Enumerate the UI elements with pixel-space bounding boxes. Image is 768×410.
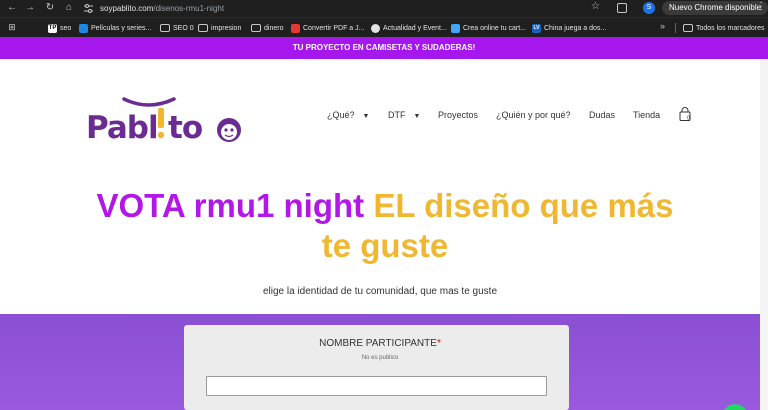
bookmark-label: Todos los marcadores [696, 24, 765, 32]
field-label-text: NOMBRE PARTICIPANTE [319, 338, 437, 349]
folder-icon [198, 24, 208, 32]
bookmark-label: impresion [211, 24, 242, 32]
bookmarks-bar: ⊞ TP seo Películas y series... SEO 0 impr… [0, 17, 768, 37]
menu-label: DTF [388, 110, 406, 120]
logo-exclamation [158, 108, 164, 128]
caret-down-icon: ▼ [362, 113, 370, 120]
hero-title-rest: EL diseño que más [373, 187, 674, 224]
bookmark-folder-impresion[interactable]: impresion [198, 21, 241, 35]
back-arrow-icon[interactable]: ← [6, 2, 18, 14]
bookmark-folder-seo0[interactable]: SEO 0 [160, 21, 194, 35]
required-asterisk: * [436, 338, 441, 349]
bookmark-label: Películas y series... [91, 24, 152, 32]
bookmarks-divider [675, 23, 676, 33]
bookmark-peliculas[interactable]: Películas y series... [79, 21, 151, 35]
menu-item-tienda[interactable]: Tienda [633, 110, 660, 120]
bookmark-actualidad[interactable]: Actualidad y Event... [371, 21, 447, 35]
menu-label: ¿Qué? [327, 110, 355, 120]
menu-item-dtf[interactable]: DTF ▼ [388, 110, 420, 120]
hero-title-line2: te guste [321, 227, 449, 264]
folder-icon [683, 24, 693, 32]
hero-title-highlight: VOTA rmu1 night [96, 187, 365, 224]
site-settings-icon[interactable] [84, 4, 93, 13]
url-path: /disenos-rmu1-night [153, 4, 225, 13]
bookmark-folder-dinero[interactable]: dinero [251, 21, 283, 35]
media-icon [79, 23, 88, 33]
apps-grid-icon[interactable]: ⊞ [6, 21, 18, 33]
caret-down-icon: ▼ [413, 113, 421, 120]
profile-avatar[interactable]: S [643, 2, 655, 14]
menu-item-que[interactable]: ¿Qué? ▼ [327, 110, 369, 120]
wordpress-icon [371, 23, 380, 33]
more-bookmarks-chevron-icon[interactable]: » [660, 21, 665, 31]
browser-toolbar: ← → ↻ ⌂ soypablito.com/disenos-rmu1-nigh… [0, 0, 768, 17]
cart-count: 0 [687, 116, 690, 122]
field-help-text: No es publico [361, 355, 399, 361]
menu-item-proyectos[interactable]: Proyectos [438, 110, 478, 120]
bookmark-label: China juega a dos... [544, 24, 607, 32]
participant-name-input[interactable] [206, 376, 547, 396]
address-bar-url[interactable]: soypablito.com/disenos-rmu1-night [100, 3, 224, 14]
bookmark-seo[interactable]: TP seo [48, 21, 71, 35]
all-bookmarks-folder[interactable]: Todos los marcadores [683, 21, 764, 35]
home-icon[interactable]: ⌂ [63, 2, 75, 14]
folder-icon [160, 24, 170, 32]
bookmark-convertir-pdf[interactable]: Convertir PDF a J... [291, 21, 364, 35]
bookmark-label: dinero [264, 24, 284, 32]
url-domain: soypablito.com [100, 4, 154, 13]
page-scrollbar[interactable] [760, 59, 768, 410]
bookmark-crea-online[interactable]: Crea online tu cart... [451, 21, 526, 35]
bookmark-label: SEO 0 [173, 24, 194, 32]
bookmark-label: Actualidad y Event... [383, 24, 447, 32]
update-chrome-button[interactable]: Nuevo Chrome disponible [662, 1, 768, 15]
logo-wordmark: Pabl [86, 110, 158, 146]
lv-icon: LV [532, 23, 541, 33]
hero-title: VOTA rmu1 night EL diseño que más te gus… [40, 186, 730, 266]
forward-arrow-icon[interactable]: → [24, 2, 36, 14]
svg-text:to: to [168, 110, 202, 146]
menu-item-quien[interactable]: ¿Quién y por qué? [496, 110, 571, 120]
bookmark-label: seo [60, 24, 72, 32]
pablito-logo[interactable]: Pabl to [86, 90, 246, 150]
monkey-mascot-icon [217, 118, 241, 142]
folder-icon [251, 24, 261, 32]
bookmark-star-icon[interactable]: ☆ [591, 1, 600, 12]
menu-item-dudas[interactable]: Dudas [589, 110, 615, 120]
promo-banner[interactable]: TU PROYECTO EN CAMISETAS Y SUDADERAS! [0, 37, 768, 59]
pdf-icon [291, 23, 300, 33]
extensions-icon[interactable] [617, 3, 627, 13]
reload-icon[interactable]: ↻ [44, 2, 56, 14]
bookmark-label: Crea online tu cart... [463, 24, 527, 32]
browser-menu-icon[interactable]: ⋮ [756, 1, 766, 12]
tp-icon: TP [48, 23, 57, 33]
bookmark-label: Convertir PDF a J... [303, 24, 365, 32]
bookmark-china-juega[interactable]: LV China juega a dos... [532, 21, 606, 35]
participant-name-label: NOMBRE PARTICIPANTE* [0, 338, 760, 349]
hero-subtitle: elige la identidad de tu comunidad, que … [262, 286, 498, 297]
site-icon [451, 23, 460, 33]
shopping-bag-icon[interactable]: 0 [679, 107, 691, 121]
